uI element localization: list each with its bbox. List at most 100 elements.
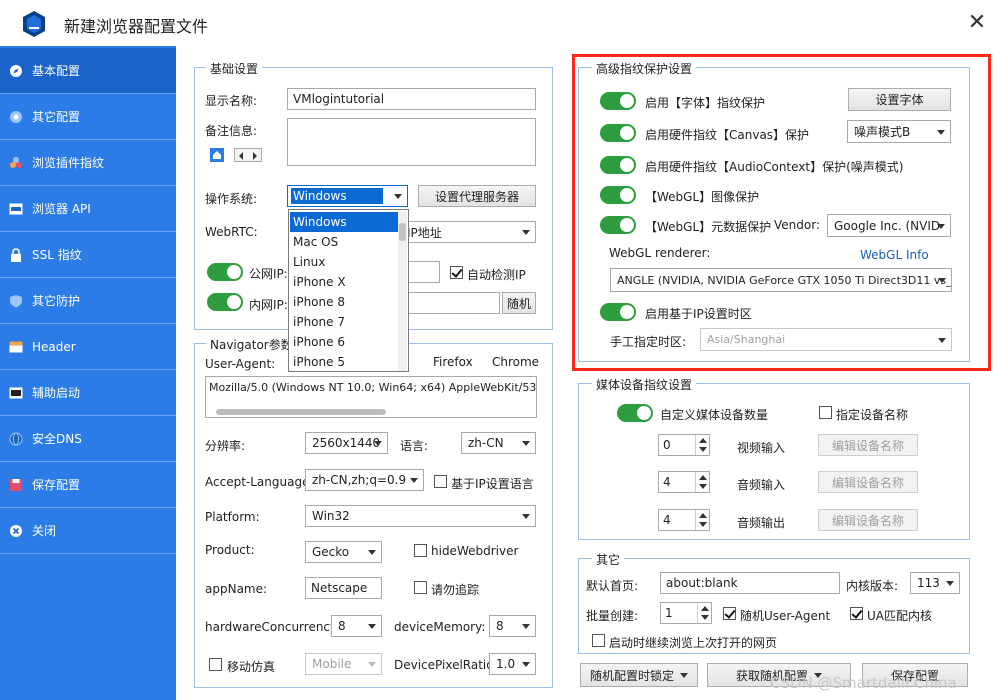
ua-match-kernel-checkbox[interactable] bbox=[850, 607, 863, 620]
continue-session-checkbox[interactable] bbox=[592, 634, 605, 647]
audio-input-stepper[interactable]: 4 bbox=[658, 471, 710, 493]
random-ua-checkbox[interactable] bbox=[723, 607, 736, 620]
notes-textarea[interactable] bbox=[287, 118, 536, 166]
stepper-arrows[interactable] bbox=[695, 435, 709, 455]
appname-input[interactable]: Netscape bbox=[305, 577, 382, 599]
sidebar-item-other-config[interactable]: 其它配置 bbox=[0, 94, 176, 140]
highlight-box bbox=[572, 54, 991, 371]
navigator-title: Navigator参数 bbox=[206, 336, 297, 353]
home-icon[interactable] bbox=[210, 148, 224, 162]
pixel-ratio-value: 1.0 bbox=[496, 657, 516, 671]
ip-language-checkbox[interactable] bbox=[434, 475, 447, 488]
basic-settings-title: 基础设置 bbox=[206, 60, 263, 77]
device-name-checkbox[interactable] bbox=[819, 406, 832, 419]
audio-output-stepper[interactable]: 4 bbox=[658, 509, 710, 531]
chevron-down-icon bbox=[522, 624, 530, 629]
sidebar-item-label: 辅助启动 bbox=[32, 386, 81, 400]
puzzle-icon bbox=[8, 155, 24, 171]
proxy-settings-button[interactable]: 设置代理服务器 bbox=[418, 185, 536, 207]
hw-concurrency-select[interactable]: 8 bbox=[331, 615, 382, 637]
auto-detect-ip-checkbox[interactable] bbox=[450, 266, 463, 279]
sidebar: 基本配置 其它配置 浏览插件指纹 浏览器 API SSL 指纹 其它防护 Hea… bbox=[0, 46, 176, 700]
hide-webdriver-checkbox[interactable] bbox=[414, 544, 427, 557]
save-icon bbox=[8, 477, 24, 493]
user-agent-scrollbar[interactable] bbox=[216, 409, 386, 415]
hw-concurrency-value: 8 bbox=[338, 619, 346, 633]
os-option[interactable]: iPhone X bbox=[290, 272, 398, 292]
public-ip-input[interactable] bbox=[408, 261, 440, 283]
audio-input-label: 音频输入 bbox=[737, 478, 786, 492]
hide-webdriver-label: hideWebdriver bbox=[431, 544, 519, 558]
kernel-version-label: 内核版本: bbox=[846, 579, 899, 593]
public-ip-toggle[interactable] bbox=[207, 263, 243, 281]
batch-create-label: 批量创建: bbox=[586, 609, 639, 623]
batch-create-stepper[interactable]: 1 bbox=[660, 602, 712, 624]
chrome-ua-link[interactable]: Chrome bbox=[492, 355, 539, 369]
os-option[interactable]: iPhone 6 bbox=[290, 332, 398, 352]
os-dropdown-list[interactable]: Windows Mac OS Linux iPhone X iPhone 8 i… bbox=[288, 209, 409, 372]
stepper-arrows[interactable] bbox=[695, 472, 709, 492]
sidebar-item-dns[interactable]: 安全DNS bbox=[0, 416, 176, 462]
webrtc-select[interactable]: IP地址 bbox=[400, 221, 536, 243]
pixel-ratio-select[interactable]: 1.0 bbox=[489, 653, 536, 675]
language-label: 语言: bbox=[400, 439, 429, 453]
sidebar-item-ssl[interactable]: SSL 指纹 bbox=[0, 232, 176, 278]
lock-random-config-button[interactable]: 随机配置时锁定 bbox=[580, 663, 698, 687]
watermark: CSDN @Smartdaili China bbox=[770, 674, 957, 692]
resolution-select[interactable]: 2560x1440 bbox=[305, 432, 388, 454]
close-window-icon[interactable]: ✕ bbox=[962, 8, 992, 38]
os-option[interactable]: iPhone 8 bbox=[290, 292, 398, 312]
os-option[interactable]: Linux bbox=[290, 252, 398, 272]
stepper-arrows[interactable] bbox=[697, 603, 711, 623]
custom-media-toggle[interactable] bbox=[617, 404, 653, 422]
random-ip-button[interactable]: 随机 bbox=[502, 292, 536, 314]
mobile-emulation-checkbox[interactable] bbox=[209, 658, 222, 671]
webrtc-select-value: IP地址 bbox=[407, 225, 442, 240]
sidebar-item-label: 浏览器 API bbox=[32, 202, 91, 216]
language-value: zh-CN bbox=[468, 436, 504, 450]
scrollbar-thumb[interactable] bbox=[399, 223, 406, 241]
sidebar-item-plugins[interactable]: 浏览插件指纹 bbox=[0, 140, 176, 186]
arrow-stepper[interactable] bbox=[234, 148, 262, 162]
kernel-version-select[interactable]: 113 bbox=[910, 572, 960, 594]
stepper-arrows[interactable] bbox=[695, 510, 709, 530]
appname-label: appName: bbox=[205, 582, 268, 596]
chevron-left-icon[interactable] bbox=[239, 152, 243, 160]
sidebar-item-save[interactable]: 保存配置 bbox=[0, 462, 176, 508]
os-select[interactable]: Windows bbox=[287, 185, 408, 207]
kernel-version-value: 113 bbox=[917, 576, 940, 590]
os-option[interactable]: iPhone 7 bbox=[290, 312, 398, 332]
accept-language-value: zh-CN,zh;q=0.9 bbox=[312, 473, 407, 487]
lan-ip-input[interactable] bbox=[408, 292, 500, 314]
os-dropdown-scrollbar[interactable] bbox=[398, 211, 407, 371]
platform-select[interactable]: Win32 bbox=[305, 505, 536, 527]
os-option[interactable]: Windows bbox=[290, 212, 398, 232]
os-option[interactable]: Mac OS bbox=[290, 232, 398, 252]
chevron-down-icon bbox=[522, 662, 530, 667]
sidebar-item-api[interactable]: 浏览器 API bbox=[0, 186, 176, 232]
product-select[interactable]: Gecko bbox=[305, 541, 382, 563]
device-memory-select[interactable]: 8 bbox=[489, 615, 536, 637]
chevron-right-icon[interactable] bbox=[253, 152, 257, 160]
sidebar-item-launch[interactable]: 辅助启动 bbox=[0, 370, 176, 416]
sidebar-item-header[interactable]: Header bbox=[0, 324, 176, 370]
ip-language-label: 基于IP设置语言 bbox=[451, 477, 534, 491]
homepage-input[interactable]: about:blank bbox=[660, 572, 840, 594]
chevron-down-icon bbox=[368, 550, 376, 555]
mobile-emulation-label: 移动仿真 bbox=[227, 660, 276, 674]
video-input-stepper[interactable]: 0 bbox=[658, 434, 710, 456]
os-option[interactable]: iPhone 5 bbox=[290, 352, 398, 371]
firefox-ua-link[interactable]: Firefox bbox=[433, 355, 473, 369]
product-label: Product: bbox=[205, 543, 255, 557]
pixel-ratio-label: DevicePixelRatio: bbox=[394, 658, 498, 672]
lan-ip-toggle[interactable] bbox=[207, 293, 243, 311]
sidebar-item-close[interactable]: 关闭 bbox=[0, 508, 176, 554]
sidebar-item-basic[interactable]: 基本配置 bbox=[0, 48, 176, 94]
chevron-down-icon bbox=[522, 441, 530, 446]
do-not-track-checkbox[interactable] bbox=[414, 581, 427, 594]
language-select[interactable]: zh-CN bbox=[461, 432, 536, 454]
sidebar-item-protection[interactable]: 其它防护 bbox=[0, 278, 176, 324]
display-name-input[interactable]: VMlogintutorial bbox=[287, 88, 536, 110]
accept-language-select[interactable]: zh-CN,zh;q=0.9 bbox=[305, 469, 424, 491]
cmd-icon bbox=[8, 385, 24, 401]
